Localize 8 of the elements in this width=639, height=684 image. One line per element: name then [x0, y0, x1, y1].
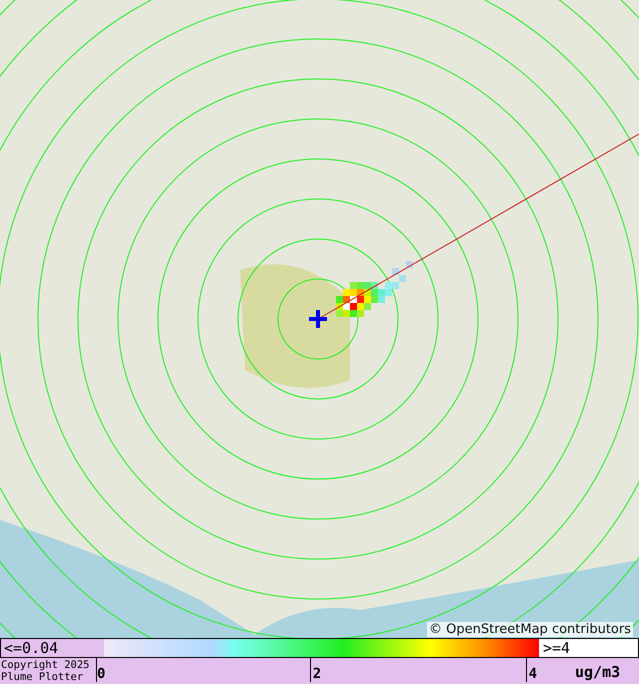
copyright-text: Plume Plotter	[1, 671, 84, 683]
map-attribution: © OpenStreetMap contributors	[427, 622, 633, 637]
copyright-text: Copyright 2025	[1, 659, 91, 671]
units-label: ug/m3	[575, 663, 620, 683]
scale-tick-label: 0	[96, 658, 108, 682]
scale-tick-label: 2	[310, 658, 324, 682]
high-limit-label: >=4	[539, 639, 638, 657]
scale-tick-label: 4	[526, 658, 539, 682]
